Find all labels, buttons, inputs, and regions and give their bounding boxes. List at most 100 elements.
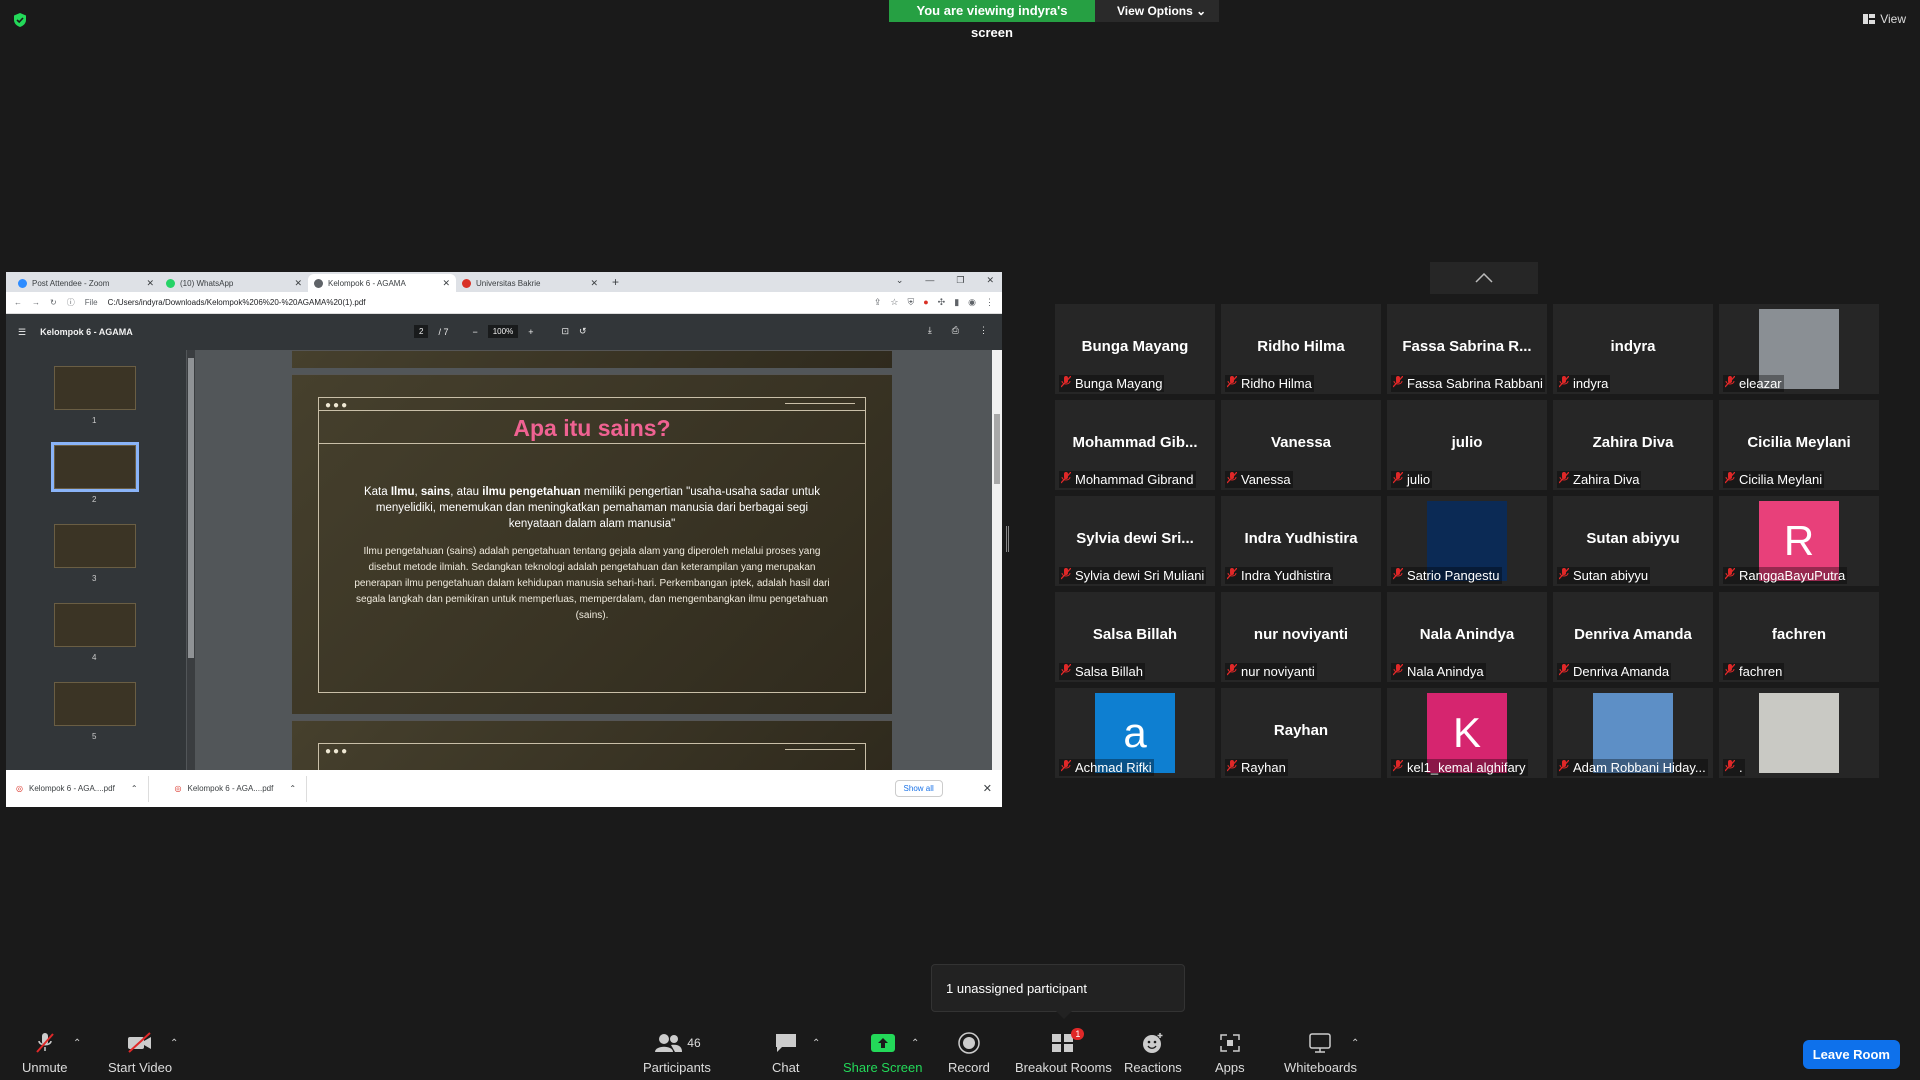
info-icon[interactable]: ⓘ xyxy=(67,297,75,308)
reactions-button[interactable]: Reactions xyxy=(1124,1032,1182,1075)
apps-button[interactable]: Apps xyxy=(1215,1032,1245,1075)
participant-tile[interactable]: Sylvia dewi Sri... Sylvia dewi Sri Mulian… xyxy=(1055,496,1215,586)
participant-tile[interactable]: Zahira Diva Zahira Diva xyxy=(1553,400,1713,490)
download-item[interactable]: ◎ Kelompok 6 - AGA....pdf ⌃ xyxy=(174,775,308,802)
gallery-page-up-button[interactable] xyxy=(1430,262,1538,294)
extension-red-icon[interactable]: ● xyxy=(923,297,928,308)
chevron-up-icon[interactable]: ⌃ xyxy=(131,784,138,793)
participant-display-name: Mohammad Gib... xyxy=(1072,434,1198,451)
tab-search-icon[interactable]: ⌄ xyxy=(896,275,904,286)
close-icon[interactable]: ✕ xyxy=(983,782,992,795)
chat-options-caret-icon[interactable]: ⌃ xyxy=(812,1038,820,1049)
close-icon[interactable]: ✕ xyxy=(146,278,154,289)
participant-tile[interactable]: Denriva Amanda Denriva Amanda xyxy=(1553,592,1713,682)
participant-tile[interactable]: nur noviyanti nur noviyanti xyxy=(1221,592,1381,682)
share-options-caret-icon[interactable]: ⌃ xyxy=(911,1038,919,1049)
rotate-icon[interactable]: ↺ xyxy=(579,326,587,337)
thumbnail-page-2[interactable] xyxy=(51,442,139,492)
thumbnail-page-3[interactable] xyxy=(54,524,136,568)
close-icon[interactable]: ✕ xyxy=(590,278,598,289)
reload-icon[interactable]: ↻ xyxy=(50,298,57,307)
participant-tile[interactable]: Satrio Pangestu xyxy=(1387,496,1547,586)
hamburger-menu-icon[interactable]: ☰ xyxy=(18,327,26,338)
download-item[interactable]: ◎ Kelompok 6 - AGA....pdf ⌃ xyxy=(16,775,149,802)
new-tab-icon[interactable]: + xyxy=(612,275,619,289)
participant-tile[interactable]: Vanessa Vanessa xyxy=(1221,400,1381,490)
zoom-input[interactable]: 100% xyxy=(487,325,519,338)
participant-tile[interactable]: Nala Anindya Nala Anindya xyxy=(1387,592,1547,682)
split-drag-handle[interactable] xyxy=(1006,526,1009,552)
kebab-menu-icon[interactable]: ⋮ xyxy=(985,297,994,308)
participants-button[interactable]: 46 Participants xyxy=(643,1032,711,1075)
participant-tile[interactable]: Bunga Mayang Bunga Mayang xyxy=(1055,304,1215,394)
chat-button[interactable]: Chat xyxy=(772,1032,799,1075)
thumbnail-page-5[interactable] xyxy=(54,682,136,726)
url-text[interactable]: C:/Users/indyra/Downloads/Kelompok%206%2… xyxy=(108,298,366,307)
thumbnail-scrollbar[interactable] xyxy=(187,350,195,770)
participant-tile[interactable]: Adam Robbani Hiday... xyxy=(1553,688,1713,778)
participant-tile[interactable]: Sutan abiyyu Sutan abiyyu xyxy=(1553,496,1713,586)
video-options-caret-icon[interactable]: ⌃ xyxy=(170,1038,178,1049)
thumbnail-page-4[interactable] xyxy=(54,603,136,647)
audio-options-caret-icon[interactable]: ⌃ xyxy=(73,1038,81,1049)
fit-page-icon[interactable]: ⊡ xyxy=(561,326,569,337)
unmute-button[interactable]: Unmute xyxy=(22,1032,68,1075)
participant-tile[interactable]: Cicilia Meylani Cicilia Meylani xyxy=(1719,400,1879,490)
restore-icon[interactable]: ❐ xyxy=(956,275,964,286)
participant-tile[interactable]: Fassa Sabrina R... Fassa Sabrina Rabbani xyxy=(1387,304,1547,394)
participant-tile[interactable]: eleazar xyxy=(1719,304,1879,394)
whiteboards-button[interactable]: Whiteboards xyxy=(1284,1032,1357,1075)
participant-tile[interactable]: Kkel1_kemal alghifary xyxy=(1387,688,1547,778)
participant-tile[interactable]: Mohammad Gib... Mohammad Gibrand xyxy=(1055,400,1215,490)
leave-room-button[interactable]: Leave Room xyxy=(1802,1040,1900,1069)
address-bar[interactable]: ← → ↻ ⓘ File C:/Users/indyra/Downloads/K… xyxy=(6,292,1002,314)
tab-kelompok-6[interactable]: Kelompok 6 - AGAMA ✕ xyxy=(308,274,456,292)
print-icon[interactable]: ⎙ xyxy=(952,325,959,336)
participant-tile[interactable]: R RanggaBayuPutra xyxy=(1719,496,1879,586)
pdf-scrollbar[interactable] xyxy=(992,350,1002,770)
close-icon[interactable]: ✕ xyxy=(294,278,302,289)
page-number-input[interactable]: 2 xyxy=(414,325,429,338)
thumbnail-page-1[interactable] xyxy=(54,366,136,410)
forward-icon[interactable]: → xyxy=(32,298,40,307)
show-all-button[interactable]: Show all xyxy=(894,780,943,797)
download-icon[interactable]: ⤓ xyxy=(928,325,932,336)
view-button[interactable]: View xyxy=(1863,12,1906,26)
share-icon[interactable]: ⇪ xyxy=(874,297,882,308)
breakout-rooms-button[interactable]: 1 Breakout Rooms xyxy=(1015,1028,1112,1075)
bookmark-star-icon[interactable]: ☆ xyxy=(890,297,898,308)
pdf-more-icon[interactable]: ⋮ xyxy=(979,325,988,336)
participant-tile[interactable]: Indra Yudhistira Indra Yudhistira xyxy=(1221,496,1381,586)
profile-avatar-icon[interactable]: ◉ xyxy=(968,297,976,308)
chevron-up-icon[interactable]: ⌃ xyxy=(289,784,296,793)
zoom-out-icon[interactable]: − xyxy=(472,327,477,337)
participant-tile[interactable]: fachren fachren xyxy=(1719,592,1879,682)
back-icon[interactable]: ← xyxy=(14,298,22,307)
record-button[interactable]: Record xyxy=(948,1032,990,1075)
participant-tile[interactable]: . xyxy=(1719,688,1879,778)
shield-extension-icon[interactable]: ⛨ xyxy=(907,297,914,308)
encryption-shield-icon[interactable] xyxy=(12,12,28,28)
tab-post-attendee[interactable]: Post Attendee - Zoom ✕ xyxy=(12,274,160,292)
sidebar-icon[interactable]: ▮ xyxy=(954,297,959,308)
close-icon[interactable]: ✕ xyxy=(442,278,450,289)
start-video-button[interactable]: Start Video xyxy=(108,1032,172,1075)
view-options-button[interactable]: View Options ⌄ xyxy=(1095,0,1219,22)
chrome-icon: ◎ xyxy=(174,784,182,793)
tab-whatsapp[interactable]: (10) WhatsApp ✕ xyxy=(160,274,308,292)
participant-tile[interactable]: Salsa Billah Salsa Billah xyxy=(1055,592,1215,682)
participant-tile[interactable]: a Achmad Rifki xyxy=(1055,688,1215,778)
puzzle-icon[interactable]: ✣ xyxy=(938,297,946,308)
tab-universitas-bakrie[interactable]: Universitas Bakrie ✕ xyxy=(456,274,604,292)
scrollbar-thumb[interactable] xyxy=(994,414,1000,484)
minimize-icon[interactable]: — xyxy=(925,275,934,286)
scrollbar-thumb[interactable] xyxy=(188,358,194,658)
viewing-screen-label: You are viewing indyra's screen xyxy=(889,0,1095,40)
participant-tile[interactable]: indyra indyra xyxy=(1553,304,1713,394)
participant-tile[interactable]: Rayhan Rayhan xyxy=(1221,688,1381,778)
close-window-icon[interactable]: ✕ xyxy=(986,275,994,286)
zoom-in-icon[interactable]: + xyxy=(528,327,533,337)
participant-tile[interactable]: Ridho Hilma Ridho Hilma xyxy=(1221,304,1381,394)
participant-tile[interactable]: julio julio xyxy=(1387,400,1547,490)
whiteboard-options-caret-icon[interactable]: ⌃ xyxy=(1351,1038,1359,1049)
